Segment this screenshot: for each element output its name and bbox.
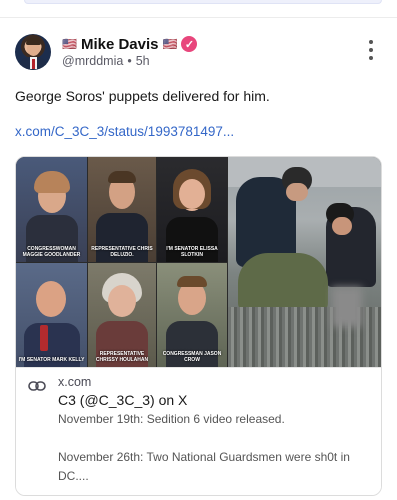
tile-caption: CONGRESSWOMAN MAGGIE GOODLANDER [22,246,81,258]
verified-badge-icon: ✓ [181,36,198,52]
author-name[interactable]: Mike Davis [81,36,159,53]
more-vertical-icon[interactable] [368,40,374,60]
link-icon [28,381,46,391]
preview-tile: REPRESENTATIVE CHRIS DELUZIO. [88,157,156,262]
tile-caption: REPRESENTATIVE CHRIS DELUZIO. [91,246,153,258]
preview-domain: x.com [58,375,92,389]
us-flag-icon: 🇺🇸 [162,37,178,51]
author-handle[interactable]: @mrddmia [62,54,123,68]
preview-tile: I'M SENATOR ELISSA SLOTKIN [157,157,227,262]
preview-desc-line: November 19th: Sedition 6 video released… [58,412,285,426]
author-name-row[interactable]: 🇺🇸 Mike Davis 🇺🇸 ✓ [62,35,198,53]
tile-caption: REPRESENTATIVE CHRISSY HOULAHAN [95,351,149,363]
post-link[interactable]: x.com/C_3C_3/status/1993781497... [15,124,234,139]
preview-tile [228,157,381,367]
preview-info[interactable]: x.com C3 (@C_3C_3) on X November 19th: S… [16,367,381,495]
preview-tile: CONGRESSWOMAN MAGGIE GOODLANDER [16,157,87,262]
preview-image[interactable]: CONGRESSWOMAN MAGGIE GOODLANDER REPRESEN… [16,157,381,367]
tile-caption: CONGRESSMAN JASON CROW [162,351,222,363]
post[interactable]: 🇺🇸 Mike Davis 🇺🇸 ✓ @mrddmia • 5h George … [0,18,397,500]
preview-tile: REPRESENTATIVE CHRISSY HOULAHAN [88,263,156,367]
preview-description: November 19th: Sedition 6 video released… [58,410,368,486]
tile-caption: I'M SENATOR MARK KELLY [18,357,85,363]
post-text: George Soros' puppets delivered for him. [15,88,270,104]
tile-caption: I'M SENATOR ELISSA SLOTKIN [166,246,218,258]
us-flag-icon: 🇺🇸 [62,37,77,51]
preview-desc-line: November 26th: Two National Guardsmen we… [58,450,350,483]
previous-post-edge [24,0,382,4]
avatar[interactable] [15,34,51,70]
post-time[interactable]: 5h [136,54,150,68]
preview-tile: CONGRESSMAN JASON CROW [157,263,227,367]
link-preview-card[interactable]: CONGRESSWOMAN MAGGIE GOODLANDER REPRESEN… [15,156,382,496]
author-meta: @mrddmia • 5h [62,54,150,68]
preview-tile: I'M SENATOR MARK KELLY [16,263,87,367]
preview-title[interactable]: C3 (@C_3C_3) on X [58,392,187,408]
meta-separator: • [127,54,132,68]
